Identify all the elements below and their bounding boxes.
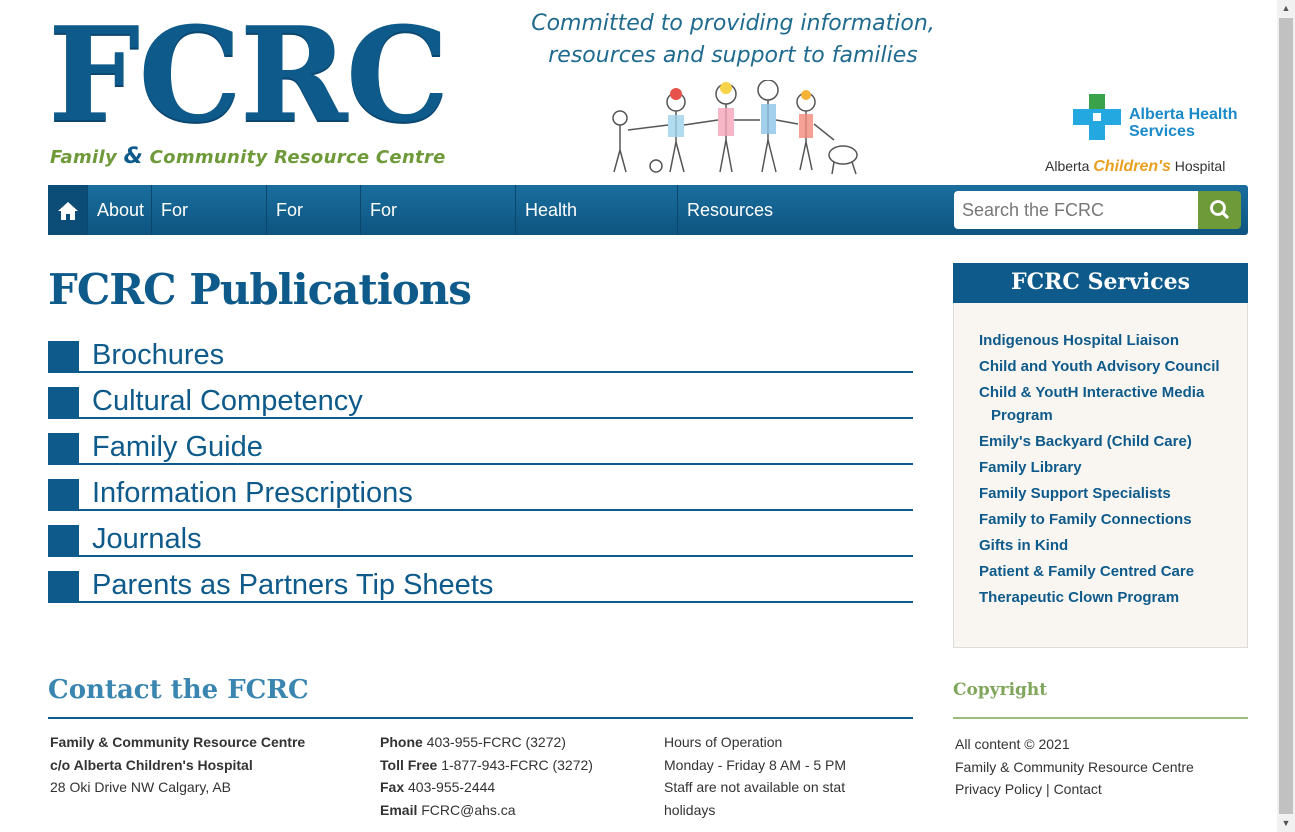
divider <box>48 463 913 465</box>
alberta-health-services-logo[interactable]: Alberta Health Services <box>1073 94 1243 142</box>
publication-item[interactable]: Parents as Partners Tip Sheets <box>48 569 913 617</box>
service-link[interactable]: Child and Youth Advisory Council <box>979 355 1229 378</box>
sidebar-title: FCRC Services <box>953 263 1248 303</box>
divider <box>48 601 913 603</box>
tagline: Committed to providing information, reso… <box>531 11 935 68</box>
page-title: FCRC Publications <box>48 265 472 314</box>
contact-title: Contact the FCRC <box>48 675 309 705</box>
nav-for-professionals[interactable]: For Professionals <box>361 185 516 270</box>
divider <box>48 371 913 373</box>
publications-list: Brochures Cultural Competency Family Gui… <box>48 339 913 617</box>
service-link[interactable]: Family to Family Connections <box>979 508 1229 531</box>
nav-for-families[interactable]: For Families <box>152 185 267 270</box>
search-input[interactable]: Search the FCRC <box>954 191 1199 229</box>
ahs-cross-icon <box>1073 94 1121 140</box>
fcrc-logo[interactable]: FCRC Family & Community Resource Centre <box>48 8 458 173</box>
bullet-square <box>48 341 79 372</box>
scroll-up-arrow-icon[interactable]: ▲ <box>1277 0 1295 17</box>
vertical-scrollbar[interactable]: ▲ ▼ <box>1277 0 1295 832</box>
divider <box>48 509 913 511</box>
logo-subtitle: Family & Community Resource Centre <box>50 144 446 169</box>
contact-link[interactable]: Contact <box>1054 781 1102 797</box>
divider <box>953 717 1248 719</box>
email-link[interactable]: FCRC@ahs.ca <box>417 802 515 818</box>
bullet-square <box>48 571 79 602</box>
footer-copyright: All content © 2021 Family & Community Re… <box>955 736 1194 797</box>
publication-item[interactable]: Cultural Competency <box>48 385 913 433</box>
services-sidebar: FCRC Services Indigenous Hospital Liaiso… <box>953 263 1248 648</box>
search-icon <box>1210 200 1229 219</box>
ahs-text: Alberta Health Services <box>1129 106 1238 140</box>
service-link[interactable]: Family Support Specialists <box>979 482 1229 505</box>
publication-link[interactable]: Brochures <box>92 339 224 372</box>
service-link[interactable]: Indigenous Hospital Liaison <box>979 329 1229 352</box>
home-icon <box>58 202 78 221</box>
services-list: Indigenous Hospital Liaison Child and Yo… <box>979 329 1229 612</box>
publication-link[interactable]: Information Prescriptions <box>92 477 413 510</box>
publication-item[interactable]: Brochures <box>48 339 913 387</box>
footer-address: Family & Community Resource Centre c/o A… <box>50 734 306 795</box>
search-button[interactable] <box>1198 191 1241 229</box>
copyright-title: Copyright <box>953 680 1048 700</box>
service-link[interactable]: Family Library <box>979 456 1229 479</box>
service-link[interactable]: Emily's Backyard (Child Care) <box>979 430 1229 453</box>
footer-phone: Phone 403-955-FCRC (3272) Toll Free 1-87… <box>380 734 593 818</box>
bullet-square <box>48 387 79 418</box>
divider <box>48 555 913 557</box>
nav-health-information[interactable]: Health Information <box>516 185 678 270</box>
divider <box>48 417 913 419</box>
bullet-square <box>48 525 79 556</box>
service-link[interactable]: Gifts in Kind <box>979 534 1229 557</box>
bullet-square <box>48 479 79 510</box>
publication-link[interactable]: Family Guide <box>92 431 263 464</box>
publication-item[interactable]: Information Prescriptions <box>48 477 913 525</box>
nav-about[interactable]: About <box>88 185 152 235</box>
bullet-square <box>48 433 79 464</box>
kids-drawing-image <box>612 80 858 175</box>
service-link[interactable]: Patient & Family Centred Care <box>979 560 1229 583</box>
scroll-down-arrow-icon[interactable]: ▼ <box>1277 815 1295 832</box>
service-link[interactable]: Child & YoutH Interactive Media Program <box>979 381 1229 427</box>
alberta-childrens-hospital-logo[interactable]: Alberta Children's Hospital <box>1045 158 1225 176</box>
footer-hours: Hours of Operation Monday - Friday 8 AM … <box>664 734 847 818</box>
service-link[interactable]: Therapeutic Clown Program <box>979 586 1229 609</box>
logo-letters: FCRC <box>48 0 449 151</box>
publication-item[interactable]: Family Guide <box>48 431 913 479</box>
scrollbar-thumb[interactable] <box>1279 18 1293 814</box>
publication-link[interactable]: Parents as Partners Tip Sheets <box>92 569 493 602</box>
nav-for-youth[interactable]: For Youth <box>267 185 361 270</box>
publication-item[interactable]: Journals <box>48 523 913 571</box>
main-nav: About For Families For Youth For Profess… <box>48 185 1248 270</box>
nav-resources[interactable]: Resources <box>678 185 778 235</box>
publication-link[interactable]: Journals <box>92 523 202 556</box>
nav-home-button[interactable] <box>48 185 88 235</box>
divider <box>48 717 913 719</box>
privacy-policy-link[interactable]: Privacy Policy <box>955 781 1042 797</box>
publication-link[interactable]: Cultural Competency <box>92 385 363 418</box>
